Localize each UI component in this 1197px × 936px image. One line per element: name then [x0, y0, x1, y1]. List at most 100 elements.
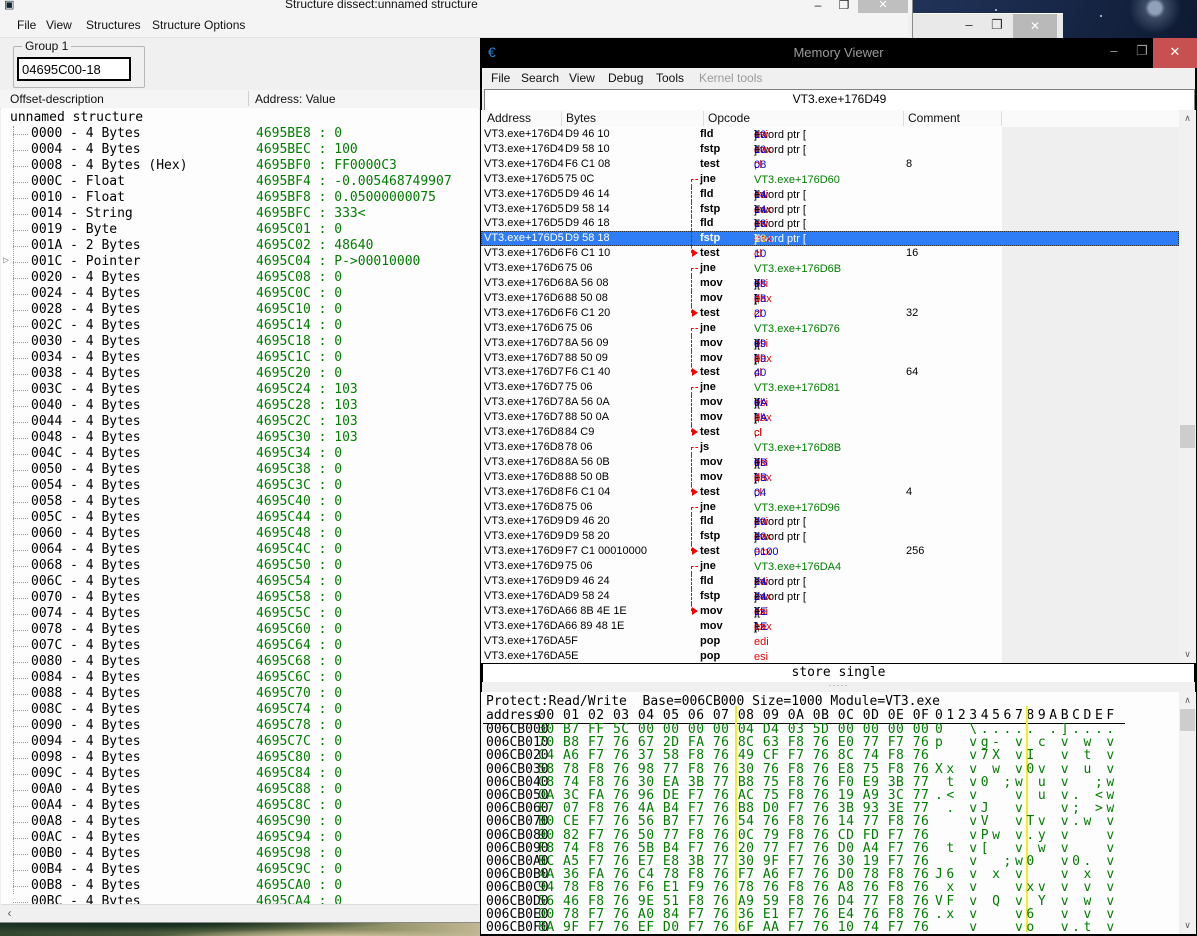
struct-row[interactable]: 0054 - 4 Bytes4695C3C : 0: [1, 478, 479, 494]
disasm-row[interactable]: VT3.exe+176DA5Epopesi: [481, 649, 1179, 664]
disasm-row[interactable]: VT3.exe+176D4D9 58 10fstpdword ptr [eax+…: [481, 142, 1179, 157]
disasm-row[interactable]: VT3.exe+176DAD9 58 24fstpdword ptr [eax+…: [481, 589, 1179, 604]
bg-maximize-button[interactable]: ❐: [984, 14, 1010, 38]
struct-row[interactable]: 0098 - 4 Bytes4695C80 : 0: [1, 750, 479, 766]
disasm-row[interactable]: VT3.exe+176D4F6 C1 08testcl,088: [481, 157, 1179, 172]
disasm-row[interactable]: VT3.exe+176D675 06jneVT3.exe+176D6B: [481, 261, 1179, 276]
hex-row[interactable]: 006CB0B04A 36 FA 76 C4 78 F8 76 F7 A6 F7…: [481, 867, 1179, 880]
scroll-up-icon[interactable]: ∧: [1179, 692, 1196, 709]
disasm-row[interactable]: VT3.exe+176D4D9 46 10flddword ptr [esi+1…: [481, 127, 1179, 142]
struct-row[interactable]: 0024 - 4 Bytes4695C0C : 0: [1, 286, 479, 302]
disasm-row[interactable]: VT3.exe+176D688 50 08mov[eax+08],dl: [481, 291, 1179, 306]
disasm-row[interactable]: VT3.exe+176D975 06jneVT3.exe+176DA4: [481, 559, 1179, 574]
menu-file[interactable]: File: [17, 18, 36, 32]
struct-row[interactable]: 0050 - 4 Bytes4695C38 : 0: [1, 462, 479, 478]
struct-row[interactable]: 0040 - 4 Bytes4695C28 : 103: [1, 398, 479, 414]
disasm-row[interactable]: VT3.exe+176D788 50 09mov[eax+09],dl: [481, 351, 1179, 366]
disasm-row[interactable]: VT3.exe+176D78A 56 09movdl,[esi+09]: [481, 336, 1179, 351]
struct-row[interactable]: 0004 - 4 Bytes4695BEC : 100: [1, 142, 479, 158]
struct-row[interactable]: 00B0 - 4 Bytes4695C98 : 0: [1, 846, 479, 862]
disasm-row[interactable]: VT3.exe+176D78A 56 0Amovdl,[esi+0A]: [481, 395, 1179, 410]
disasm-row[interactable]: VT3.exe+176D675 06jneVT3.exe+176D76: [481, 321, 1179, 336]
hex-row[interactable]: 006CB040C8 74 F8 76 30 EA 3B 77 B8 75 F8…: [481, 775, 1179, 788]
struct-row[interactable]: 002C - 4 Bytes4695C14 : 0: [1, 318, 479, 334]
disasm-row[interactable]: VT3.exe+176D5D9 58 14fstpdword ptr [eax+…: [481, 202, 1179, 217]
disasm-row[interactable]: VT3.exe+176D775 06jneVT3.exe+176D81: [481, 380, 1179, 395]
hex-row[interactable]: 006CB08090 82 F7 76 50 77 F8 76 0C 79 F8…: [481, 828, 1179, 841]
hex-row[interactable]: 006CB0500A 3C FA 76 96 DE F7 76 AC 75 F8…: [481, 788, 1179, 801]
struct-row[interactable]: 0070 - 4 Bytes4695C58 : 0: [1, 590, 479, 606]
hex-row[interactable]: 006CB03058 78 F8 76 98 77 F8 76 30 76 F8…: [481, 762, 1179, 775]
struct-row[interactable]: 00AC - 4 Bytes4695C94 : 0: [1, 830, 479, 846]
struct-row[interactable]: 001A - 2 Bytes4695C02 : 48640: [1, 238, 479, 254]
hex-row[interactable]: 006CB060F7 07 F8 76 4A B4 F7 76 B8 D0 F7…: [481, 801, 1179, 814]
structure-minimize-button[interactable]: –: [806, 0, 830, 13]
struct-row[interactable]: 0048 - 4 Bytes4695C30 : 103: [1, 430, 479, 446]
struct-row[interactable]: 0010 - Float4695BF8 : 0.05000000075: [1, 190, 479, 206]
struct-row[interactable]: 006C - 4 Bytes4695C54 : 0: [1, 574, 479, 590]
menu-view[interactable]: View: [46, 18, 72, 32]
disasm-row[interactable]: VT3.exe+176D5D9 46 18flddword ptr [esi+1…: [481, 216, 1179, 231]
structure-maximize-button[interactable]: ❐: [832, 0, 856, 13]
struct-row[interactable]: 0028 - 4 Bytes4695C10 : 0: [1, 302, 479, 318]
scroll-down-icon[interactable]: ∨: [1179, 917, 1196, 934]
struct-row[interactable]: 0044 - 4 Bytes4695C2C : 103: [1, 414, 479, 430]
mv-minimize-button[interactable]: –: [1102, 38, 1126, 68]
menu-structure-options[interactable]: Structure Options: [152, 18, 245, 32]
disasm-row[interactable]: VT3.exe+176D8F6 C1 04testcl,044: [481, 485, 1179, 500]
disasm-row[interactable]: VT3.exe+176D9D9 46 20flddword ptr [esi+2…: [481, 514, 1179, 529]
bg-close-button[interactable]: ✕: [1013, 14, 1057, 38]
disasm-row[interactable]: VT3.exe+176D9F7 C1 00010000testecx,01002…: [481, 544, 1179, 559]
disasm-row[interactable]: VT3.exe+176D875 06jneVT3.exe+176D96: [481, 500, 1179, 515]
hex-row[interactable]: 006CB0F08A 9F F7 76 EF D0 F7 76 6F AA F7…: [481, 920, 1179, 933]
hex-row[interactable]: 006CB0A0BC A5 F7 76 E7 E8 3B 77 30 9F F7…: [481, 854, 1179, 867]
menu-debug[interactable]: Debug: [608, 71, 643, 85]
column-address-value[interactable]: Address: Value: [255, 92, 336, 106]
struct-row[interactable]: 0008 - 4 Bytes (Hex)4695BF0 : FF0000C3: [1, 158, 479, 174]
struct-row[interactable]: 0014 - String4695BFC : 333<: [1, 206, 479, 222]
menu-file[interactable]: File: [491, 71, 510, 85]
struct-row[interactable]: 0034 - 4 Bytes4695C1C : 0: [1, 350, 479, 366]
struct-row[interactable]: 0068 - 4 Bytes4695C50 : 0: [1, 558, 479, 574]
struct-row[interactable]: 0078 - 4 Bytes4695C60 : 0: [1, 622, 479, 638]
mv-maximize-button[interactable]: ❐: [1130, 38, 1154, 68]
menu-search[interactable]: Search: [521, 71, 559, 85]
disasm-row[interactable]: VT3.exe+176D6F6 C1 20testcl,2032: [481, 306, 1179, 321]
disasm-row[interactable]: VT3.exe+176D68A 56 08movdl,[esi+08]: [481, 276, 1179, 291]
struct-row[interactable]: 0064 - 4 Bytes4695C4C : 0: [1, 542, 479, 558]
disasm-row[interactable]: VT3.exe+176D6F6 C1 10testcl,1016: [481, 246, 1179, 261]
bg-minimize-button[interactable]: –: [956, 14, 982, 38]
struct-row[interactable]: 008C - 4 Bytes4695C74 : 0: [1, 702, 479, 718]
scrollbar-thumb[interactable]: [1180, 709, 1195, 731]
struct-row[interactable]: 0030 - 4 Bytes4695C18 : 0: [1, 334, 479, 350]
disasm-row[interactable]: VT3.exe+176D9D9 58 20fstpdword ptr [eax+…: [481, 529, 1179, 544]
struct-row[interactable]: ▷001C - Pointer4695C04 : P->00010000: [1, 254, 479, 270]
disassembler-scrollbar[interactable]: ∧ ∨: [1179, 110, 1196, 663]
tree-expander-icon[interactable]: ▷: [3, 255, 9, 266]
structure-root-node[interactable]: unnamed structure: [10, 110, 143, 125]
hex-row[interactable]: 006CB01070 B8 F7 76 67 2D FA 76 8C 63 F8…: [481, 735, 1179, 748]
struct-row[interactable]: 0020 - 4 Bytes4695C08 : 0: [1, 270, 479, 286]
disasm-row[interactable]: VT3.exe+176D5D9 46 14flddword ptr [esi+1…: [481, 187, 1179, 202]
column-opcode[interactable]: Opcode: [708, 111, 750, 125]
disasm-row[interactable]: VT3.exe+176DA66 89 48 1Emov[eax+1E],cx: [481, 619, 1179, 634]
scroll-up-icon[interactable]: ∧: [1179, 110, 1196, 127]
struct-row[interactable]: 005C - 4 Bytes4695C44 : 0: [1, 510, 479, 526]
disasm-row[interactable]: VT3.exe+176D9D9 46 24flddword ptr [esi+2…: [481, 574, 1179, 589]
mv-close-button[interactable]: ✕: [1153, 38, 1197, 68]
menu-structures[interactable]: Structures: [86, 18, 141, 32]
hex-row[interactable]: 006CB070B0 CE F7 76 56 B7 F7 76 54 76 F8…: [481, 814, 1179, 827]
struct-row[interactable]: 0094 - 4 Bytes4695C7C : 0: [1, 734, 479, 750]
memory-viewer-titlebar[interactable]: € Memory Viewer – ❐ ✕: [480, 38, 1197, 68]
group-address-input[interactable]: [17, 57, 131, 81]
struct-row[interactable]: 0084 - 4 Bytes4695C6C : 0: [1, 670, 479, 686]
column-comment[interactable]: Comment: [908, 111, 960, 125]
column-address[interactable]: Address: [487, 111, 531, 125]
disasm-row[interactable]: VT3.exe+176D884 C9testcl,cl: [481, 425, 1179, 440]
pane-splitter[interactable]: ·····: [482, 682, 1195, 692]
struct-row[interactable]: 0000 - 4 Bytes4695BE8 : 0: [1, 126, 479, 142]
struct-row[interactable]: 00A0 - 4 Bytes4695C88 : 0: [1, 782, 479, 798]
struct-row[interactable]: 009C - 4 Bytes4695C84 : 0: [1, 766, 479, 782]
struct-row[interactable]: 007C - 4 Bytes4695C64 : 0: [1, 638, 479, 654]
struct-row[interactable]: 00B8 - 4 Bytes4695CA0 : 0: [1, 878, 479, 894]
